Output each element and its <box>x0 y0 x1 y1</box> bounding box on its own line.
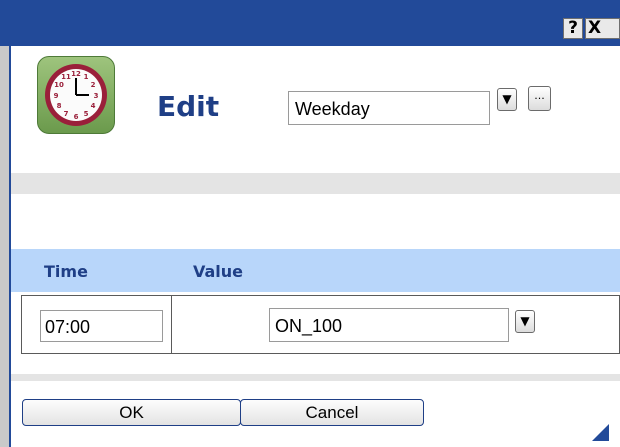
svg-text:12: 12 <box>71 70 81 78</box>
svg-text:10: 10 <box>54 81 64 89</box>
value-select[interactable]: ON_100 <box>269 308 509 342</box>
schedule-select[interactable]: Weekday <box>288 91 490 125</box>
cancel-button[interactable]: Cancel <box>240 399 424 426</box>
resize-handle[interactable] <box>592 424 609 441</box>
divider <box>11 374 620 381</box>
svg-text:1: 1 <box>84 73 89 81</box>
title-bar: ? X <box>0 0 620 46</box>
schedule-dropdown-button[interactable]: ▼ <box>497 88 517 111</box>
chevron-down-icon: ▼ <box>520 314 530 328</box>
svg-text:2: 2 <box>91 81 96 89</box>
svg-text:5: 5 <box>84 110 89 118</box>
chevron-down-icon: ▼ <box>502 92 512 106</box>
ok-button[interactable]: OK <box>22 399 241 426</box>
table-row: 07:00 ON_100 ▼ <box>21 295 620 354</box>
clock-icon: 12 1 2 345 678 9 10 11 <box>37 56 115 134</box>
column-header-value: Value <box>193 262 244 281</box>
column-header-time: Time <box>44 262 88 281</box>
page-title: Edit <box>157 90 220 123</box>
close-button[interactable]: X <box>585 18 620 39</box>
svg-text:11: 11 <box>61 73 71 81</box>
svg-text:7: 7 <box>64 110 69 118</box>
clock-face-icon: 12 12 345 678 91011 <box>45 64 107 126</box>
time-input[interactable]: 07:00 <box>40 310 163 342</box>
time-cell: 07:00 <box>22 296 172 353</box>
svg-text:9: 9 <box>54 92 59 100</box>
svg-text:6: 6 <box>74 113 79 121</box>
table-header: Time Value <box>11 249 620 292</box>
svg-text:3: 3 <box>94 92 99 100</box>
value-dropdown-button[interactable]: ▼ <box>515 310 535 333</box>
more-options-button[interactable]: ... <box>528 86 551 111</box>
help-button[interactable]: ? <box>563 18 583 39</box>
svg-text:8: 8 <box>57 102 62 110</box>
divider <box>11 173 620 194</box>
svg-text:4: 4 <box>91 102 96 110</box>
edit-dialog: 12 1 2 345 678 9 10 11 Edit Weekday ▼ ... Ti… <box>11 46 620 447</box>
